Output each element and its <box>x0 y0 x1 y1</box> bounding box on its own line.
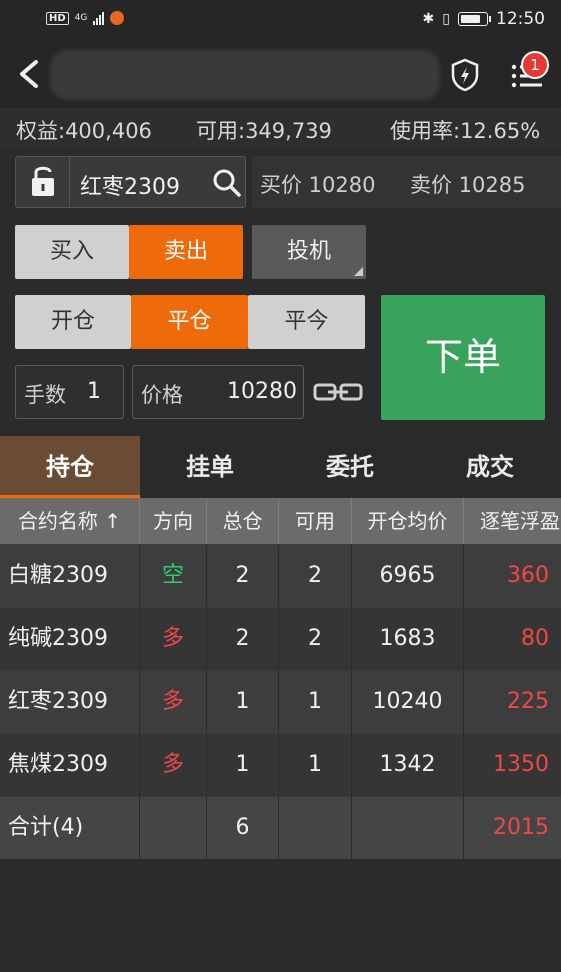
vibrate-icon: ▯ <box>442 11 450 27</box>
tab-trades[interactable]: 成交 <box>420 436 560 498</box>
cell-contract: 纯碱2309 <box>0 608 140 670</box>
cell-avg-price: 6965 <box>352 545 464 607</box>
cell-direction: 多 <box>140 734 207 796</box>
contract-name[interactable]: 红枣2309 <box>80 169 180 201</box>
cell-total: 2 <box>207 545 279 607</box>
submit-order-button[interactable]: 下单 <box>381 295 545 420</box>
total-pnl: 2015 <box>493 815 549 840</box>
shield-lightning-icon[interactable] <box>450 58 480 92</box>
battery-icon <box>458 12 491 26</box>
cell-available: 1 <box>279 671 352 733</box>
cell-pnl: 80 <box>521 626 549 651</box>
signal-icon <box>93 11 105 25</box>
table-row[interactable]: 红枣2309 多 1 1 10240 225 <box>0 670 561 733</box>
buy-button[interactable]: 买入 <box>15 225 129 279</box>
bid-price: 买价 10280 <box>260 173 376 197</box>
open-position-button[interactable]: 开仓 <box>15 295 131 349</box>
speculation-label: 投机 <box>286 239 331 264</box>
cell-total: 1 <box>207 734 279 796</box>
order-panel: 红枣2309 买价 10280 卖价 10285 买入 卖出 投机 开仓 平仓 … <box>0 148 561 436</box>
app-notification-icon <box>110 11 125 25</box>
table-header: 合约名称 ↑ 方向 总仓 可用 开仓均价 逐笔浮盈 <box>0 498 561 544</box>
sell-button[interactable]: 卖出 <box>129 225 243 279</box>
quantity-label: 手数 <box>24 383 66 407</box>
close-today-button[interactable]: 平今 <box>248 295 365 349</box>
cell-direction: 多 <box>140 671 207 733</box>
status-left: HD 4G <box>46 11 125 25</box>
quantity-field[interactable]: 手数 1 <box>15 365 124 419</box>
ask-price: 卖价 10285 <box>410 173 526 197</box>
cell-contract: 红枣2309 <box>0 671 140 733</box>
cell-available: 2 <box>279 608 352 670</box>
lock-toggle[interactable] <box>16 157 70 207</box>
available-text: 可用:349,739 <box>196 119 332 143</box>
quote-box: 买价 10280 卖价 10285 <box>252 156 561 208</box>
app-header: 1 <box>0 40 561 108</box>
table-row[interactable]: 焦煤2309 多 1 1 1342 1350 <box>0 733 561 796</box>
header-pnl[interactable]: 逐笔浮盈 <box>464 498 561 544</box>
cell-contract: 焦煤2309 <box>0 734 140 796</box>
cell-avg-price: 10240 <box>352 671 464 733</box>
total-direction <box>140 797 207 859</box>
table-row[interactable]: 纯碱2309 多 2 2 1683 80 <box>0 607 561 670</box>
cell-direction: 空 <box>140 545 207 607</box>
account-summary: 权益:400,406 可用:349,739 使用率:12.65% <box>0 108 561 148</box>
dropdown-corner-icon <box>354 267 363 276</box>
cell-available: 1 <box>279 734 352 796</box>
status-bar: HD 4G ✱ ▯ 12:50 <box>0 0 561 40</box>
tab-pending[interactable]: 挂单 <box>140 436 280 498</box>
link-icon[interactable] <box>312 379 364 405</box>
speculation-select[interactable]: 投机 <box>252 225 366 279</box>
close-position-button[interactable]: 平仓 <box>131 295 248 349</box>
cell-available: 2 <box>279 545 352 607</box>
cell-avg-price: 1683 <box>352 608 464 670</box>
table-total-row: 合计(4) 6 2015 <box>0 796 561 859</box>
tab-positions[interactable]: 持仓 <box>0 436 140 498</box>
clock: 12:50 <box>496 9 545 29</box>
total-available <box>279 797 352 859</box>
cell-pnl: 1350 <box>493 752 549 777</box>
back-arrow-icon[interactable] <box>14 58 46 90</box>
equity-text: 权益:400,406 <box>16 119 152 143</box>
quantity-value[interactable]: 1 <box>87 379 101 404</box>
cell-pnl: 225 <box>507 689 549 714</box>
header-available[interactable]: 可用 <box>279 498 352 544</box>
header-direction[interactable]: 方向 <box>140 498 207 544</box>
usage-text: 使用率:12.65% <box>390 119 541 143</box>
cell-contract: 白糖2309 <box>0 545 140 607</box>
total-quantity: 6 <box>207 797 279 859</box>
total-avg-price <box>352 797 464 859</box>
contract-selector[interactable]: 红枣2309 <box>15 156 246 208</box>
cell-total: 2 <box>207 608 279 670</box>
cell-direction: 多 <box>140 608 207 670</box>
table-row[interactable]: 白糖2309 空 2 2 6965 360 <box>0 544 561 607</box>
notification-badge[interactable]: 1 <box>521 51 549 79</box>
cell-total: 1 <box>207 671 279 733</box>
header-total[interactable]: 总仓 <box>207 498 279 544</box>
price-label: 价格 <box>141 383 183 407</box>
header-contract[interactable]: 合约名称 ↑ <box>0 498 140 544</box>
total-label: 合计(4) <box>0 797 140 859</box>
search-icon[interactable] <box>212 168 242 198</box>
battery-fill <box>461 15 481 23</box>
tab-bar: 持仓 挂单 委托 成交 <box>0 436 561 498</box>
bluetooth-icon: ✱ <box>422 11 435 27</box>
unlock-icon <box>32 166 54 196</box>
tab-orders[interactable]: 委托 <box>280 436 420 498</box>
hd-icon: HD <box>46 11 69 25</box>
header-avg-price[interactable]: 开仓均价 <box>352 498 464 544</box>
cell-pnl: 360 <box>507 563 549 588</box>
price-value[interactable]: 10280 <box>227 379 297 404</box>
price-field[interactable]: 价格 10280 <box>132 365 304 419</box>
network-type: 4G <box>74 13 88 23</box>
cell-avg-price: 1342 <box>352 734 464 796</box>
status-right: ✱ ▯ 12:50 <box>423 9 545 29</box>
redacted-title <box>50 50 440 100</box>
